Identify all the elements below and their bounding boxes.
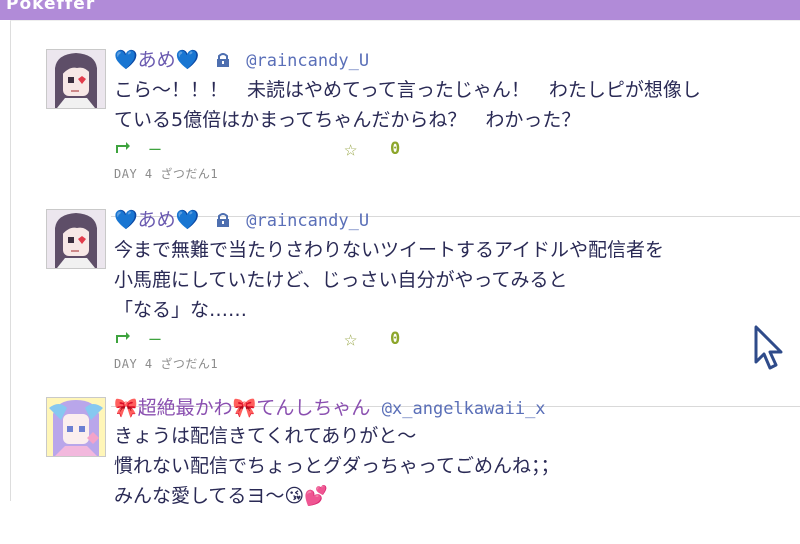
star-icon[interactable]: ☆ [344, 137, 357, 162]
retweet-count: ー [148, 143, 162, 159]
post-meta: DAY 4 ざつだん1 [114, 357, 219, 371]
mouse-cursor-icon [753, 324, 785, 376]
post-1: 💙あめ💙 @raincandy_U こら～！！！ 未読はやめてって言ったじゃん！… [11, 39, 800, 194]
display-name[interactable]: 💙あめ💙 [114, 209, 199, 231]
timeline-panel[interactable]: 💙あめ💙 @raincandy_U こら～！！！ 未読はやめてって言ったじゃん！… [10, 20, 800, 507]
post-header: 🎀超絶最かわ🎀てんしちゃん @x_angelkawaii_x [114, 393, 546, 421]
display-name[interactable]: 💙あめ💙 [114, 49, 199, 71]
like-count: 0 [390, 329, 401, 349]
app-title: Pokeffer [6, 0, 96, 14]
avatar-ame[interactable] [46, 49, 106, 109]
post-line: 「なる」な…… [114, 299, 248, 321]
user-handle[interactable]: @raincandy_U [246, 211, 369, 231]
post-body: こら～！！！ 未読はやめてって言ったじゃん！ わたしピが想像し ている5億倍はか… [114, 75, 794, 135]
retweet-count: ー [148, 333, 162, 349]
retweet-icon[interactable] [114, 141, 136, 159]
app-titlebar: Pokeffer [0, 0, 800, 20]
post-line: きょうは配信きてくれてありがと～ [114, 425, 417, 447]
post-line: 小馬鹿にしていたけど、じっさい自分がやってみると [114, 269, 568, 291]
post-line: こら～！！！ 未読はやめてって言ったじゃん！ わたしピが想像し [114, 79, 701, 101]
post-line: ている5億倍はかまってちゃんだからね？ わかった？ [114, 109, 581, 131]
display-name[interactable]: 🎀超絶最かわ🎀てんしちゃん [114, 397, 370, 419]
post-header: 💙あめ💙 @raincandy_U [114, 205, 369, 233]
post-line: みんな愛してるヨ～😘💕 [114, 485, 328, 507]
post-header: 💙あめ💙 @raincandy_U [114, 45, 369, 73]
post-actions: ー ☆ 0 [114, 137, 434, 162]
avatar-angel[interactable] [46, 397, 106, 457]
star-icon[interactable]: ☆ [344, 327, 357, 352]
post-actions: ー ☆ 0 [114, 327, 434, 352]
post-3: 🎀超絶最かわ🎀てんしちゃん @x_angelkawaii_x きょうは配信きてく… [11, 389, 800, 544]
user-handle[interactable]: @x_angelkawaii_x [382, 399, 546, 419]
post-line: 慣れない配信でちょっとグダっちゃってごめんね；； [114, 455, 560, 477]
retweet-icon[interactable] [114, 331, 136, 349]
post-meta: DAY 4 ざつだん1 [114, 167, 219, 181]
post-body: 今まで無難で当たりさわりないツイートするアイドルや配信者を 小馬鹿にしていたけど… [114, 235, 794, 325]
post-2: 💙あめ💙 @raincandy_U 今まで無難で当たりさわりないツイートするアイ… [11, 199, 800, 371]
lock-icon [216, 211, 230, 233]
lock-icon [216, 51, 230, 73]
post-line: 今まで無難で当たりさわりないツイートするアイドルや配信者を [114, 239, 665, 261]
user-handle[interactable]: @raincandy_U [246, 51, 369, 71]
like-count: 0 [390, 139, 401, 159]
avatar-ame[interactable] [46, 209, 106, 269]
post-body: きょうは配信きてくれてありがと～ 慣れない配信でちょっとグダっちゃってごめんね；… [114, 421, 794, 511]
